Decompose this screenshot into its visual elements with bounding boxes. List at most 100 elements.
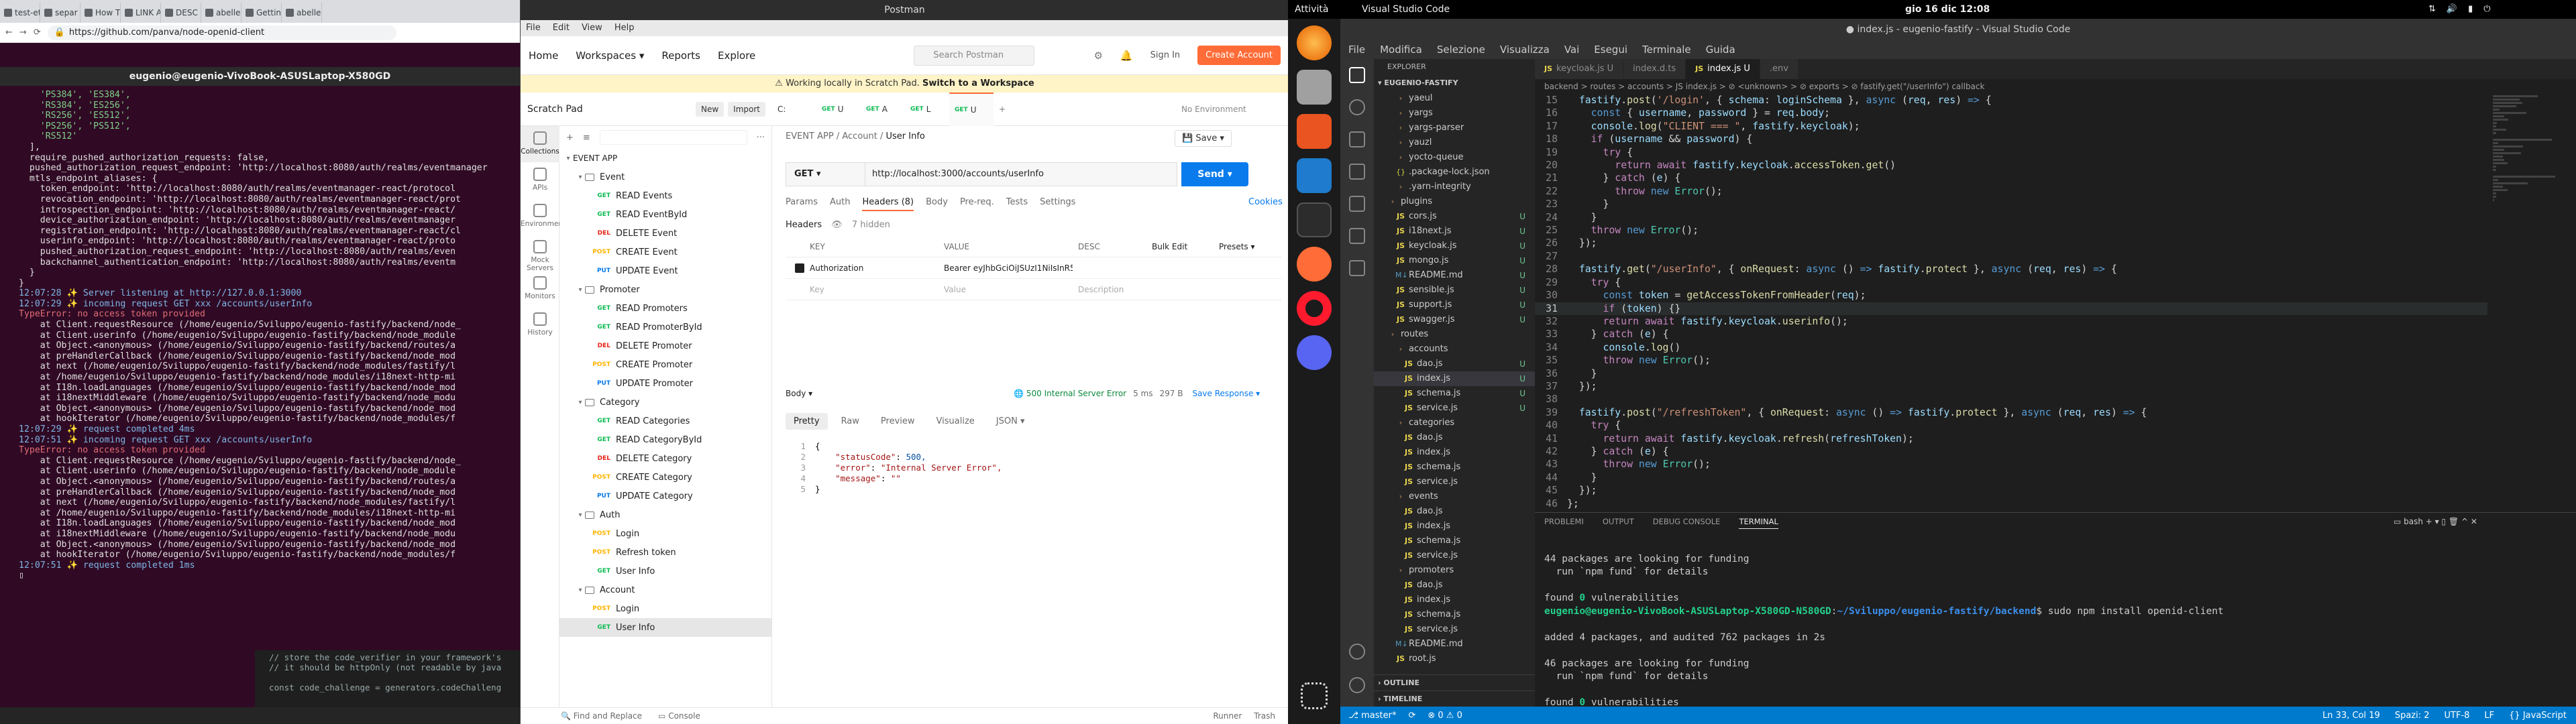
explorer-item[interactable]: JS cors.js U [1374, 209, 1535, 224]
status-item[interactable]: LF [2484, 711, 2494, 721]
status-item[interactable]: ⎇ master* [1348, 711, 1396, 721]
request-row[interactable]: GET READ Categories [559, 412, 771, 430]
nav-workspaces[interactable]: Workspaces ▾ [576, 50, 644, 62]
environment-select[interactable]: No Environment [1181, 105, 1282, 114]
browser-tab[interactable]: abelle [201, 3, 241, 23]
req-tab-params[interactable]: Params [786, 197, 818, 211]
search-input[interactable]: Search Postman [914, 45, 1035, 66]
forward-icon[interactable]: → [19, 27, 27, 38]
save-response-button[interactable]: Save Response ▾ [1192, 389, 1260, 398]
browser-tab[interactable]: test-et [0, 3, 40, 23]
explorer-item[interactable]: M↓ README.md U [1374, 268, 1535, 283]
activities-button[interactable]: Attività [1295, 4, 1328, 15]
header-row[interactable]: Authorization Bearer eyJhbGciOiJSUzI1NiI… [786, 257, 1282, 279]
explorer-item[interactable]: JS index.js U [1374, 371, 1535, 386]
explorer-item[interactable]: JS dao.js U [1374, 357, 1535, 371]
postman-icon[interactable] [1297, 247, 1332, 282]
request-row[interactable]: PUT UPDATE Promoter [559, 374, 771, 393]
trash-button[interactable]: Trash [1254, 711, 1275, 721]
status-item[interactable]: Ln 33, Col 19 [2322, 711, 2380, 721]
nav-home[interactable]: Home [529, 50, 558, 62]
status-item[interactable]: ⟳ [1408, 711, 1415, 721]
explorer-item[interactable]: JS service.js [1374, 475, 1535, 489]
reload-icon[interactable]: ⟳ [34, 27, 41, 38]
explorer-item[interactable]: JS dao.js [1374, 430, 1535, 445]
project-root[interactable]: ▾ EUGENIO-FASTIFY [1374, 75, 1535, 91]
panel-tab-output[interactable]: OUTPUT [1603, 517, 1634, 529]
request-row[interactable]: POST CREATE Event [559, 243, 771, 261]
find-replace-button[interactable]: 🔍 Find and Replace [561, 711, 642, 721]
filter-icon[interactable]: ≡ [583, 133, 590, 143]
request-row[interactable]: GET READ Promoters [559, 299, 771, 318]
request-row[interactable]: GET READ EventById [559, 205, 771, 224]
switch-workspace-link[interactable]: Switch to a Workspace [922, 78, 1034, 88]
rail-mock-servers[interactable]: Mock Servers [521, 235, 559, 272]
editor-tab[interactable]: JS keycloak.js U [1535, 59, 1624, 79]
send-button[interactable]: Send ▾ [1181, 162, 1248, 186]
explorer-item[interactable]: JS schema.js [1374, 534, 1535, 548]
request-row[interactable]: GET User Info [559, 562, 771, 581]
folder-row[interactable]: ▾ Category [559, 393, 771, 412]
editor-tab[interactable]: index.d.ts [1623, 59, 1686, 79]
outline-section[interactable]: › OUTLINE [1374, 674, 1535, 690]
status-item[interactable]: Spazi: 2 [2395, 711, 2430, 721]
folder-row[interactable]: ▾ Promoter [559, 280, 771, 299]
editor-tab[interactable]: JS index.js U [1686, 59, 1760, 79]
rail-monitors[interactable]: Monitors [521, 271, 559, 307]
method-select[interactable]: GET ▾ [786, 162, 865, 186]
resp-tab-raw[interactable]: Raw [833, 413, 867, 430]
bulk-edit-link[interactable]: Bulk Edit [1146, 242, 1214, 251]
header-enabled-checkbox[interactable] [795, 263, 804, 273]
terminal-selector[interactable]: ▭ bash + ▾ ▯ 🗑 ^ ✕ [2394, 517, 2477, 526]
explorer-item[interactable]: JS service.js [1374, 548, 1535, 563]
add-icon[interactable]: + [566, 133, 574, 143]
explorer-icon[interactable] [1340, 59, 1374, 91]
explorer-item[interactable]: › routes [1374, 327, 1535, 342]
explorer-item[interactable]: › yauzl [1374, 135, 1535, 150]
explorer-item[interactable]: › accounts [1374, 342, 1535, 357]
opera-icon[interactable] [1297, 291, 1332, 326]
req-tab-tests[interactable]: Tests [1006, 197, 1028, 211]
menu-item-esegui[interactable]: Esegui [1594, 40, 1627, 59]
integrated-terminal[interactable]: 44 packages are looking for funding run … [1544, 540, 2564, 724]
firefox-icon[interactable] [1297, 25, 1332, 60]
folder-row[interactable]: ▾ Account [559, 581, 771, 599]
request-tab[interactable]: GET L [905, 93, 949, 126]
explorer-item[interactable]: JS sensible.js U [1374, 283, 1535, 298]
explorer-item[interactable]: JS support.js U [1374, 298, 1535, 312]
request-row[interactable]: POST Refresh token [559, 543, 771, 562]
search-icon[interactable] [1340, 91, 1374, 123]
menu-item-vai[interactable]: Vai [1564, 40, 1579, 59]
request-row[interactable]: POST CREATE Category [559, 468, 771, 487]
panel-tab-problemi[interactable]: PROBLEMI [1544, 517, 1584, 529]
menu-item-visualizza[interactable]: Visualizza [1500, 40, 1550, 59]
request-row[interactable]: GET READ Events [559, 186, 771, 205]
new-button[interactable]: New [695, 101, 724, 117]
browser-tab[interactable]: abelle [282, 3, 322, 23]
resp-tab-preview[interactable]: Preview [873, 413, 923, 430]
rail-environments[interactable]: Environments [521, 198, 570, 235]
request-tab[interactable]: GET U [816, 93, 861, 126]
explorer-item[interactable]: JS mongo.js U [1374, 253, 1535, 268]
req-tab-prereq[interactable]: Pre-req. [960, 197, 994, 211]
software-center-icon[interactable] [1297, 114, 1332, 149]
request-tab[interactable]: C: [772, 93, 816, 126]
explorer-item[interactable]: › yocto-queue [1374, 150, 1535, 165]
request-row[interactable]: PUT UPDATE Event [559, 261, 771, 280]
collection-root[interactable]: ▾ EVENT APP [559, 149, 771, 168]
account-icon[interactable] [1340, 636, 1374, 668]
rail-history[interactable]: History [521, 307, 559, 343]
minimap[interactable] [2487, 94, 2561, 509]
more-icon[interactable]: ··· [757, 133, 765, 143]
explorer-item[interactable]: › events [1374, 489, 1535, 504]
menu-item-guida[interactable]: Guida [1706, 40, 1735, 59]
timeline-section[interactable]: › TIMELINE [1374, 690, 1535, 707]
header-row-empty[interactable]: Key Value Description [786, 279, 1282, 300]
folder-row[interactable]: ▾ Auth [559, 505, 771, 524]
explorer-item[interactable]: JS swagger.js U [1374, 312, 1535, 327]
explorer-item[interactable]: M↓ README.md [1374, 637, 1535, 652]
explorer-item[interactable]: › plugins [1374, 194, 1535, 209]
hidden-headers-toggle[interactable]: 👁 7 hidden [831, 220, 890, 230]
source-control-icon[interactable] [1340, 123, 1374, 156]
status-item[interactable]: UTF-8 [2445, 711, 2470, 721]
